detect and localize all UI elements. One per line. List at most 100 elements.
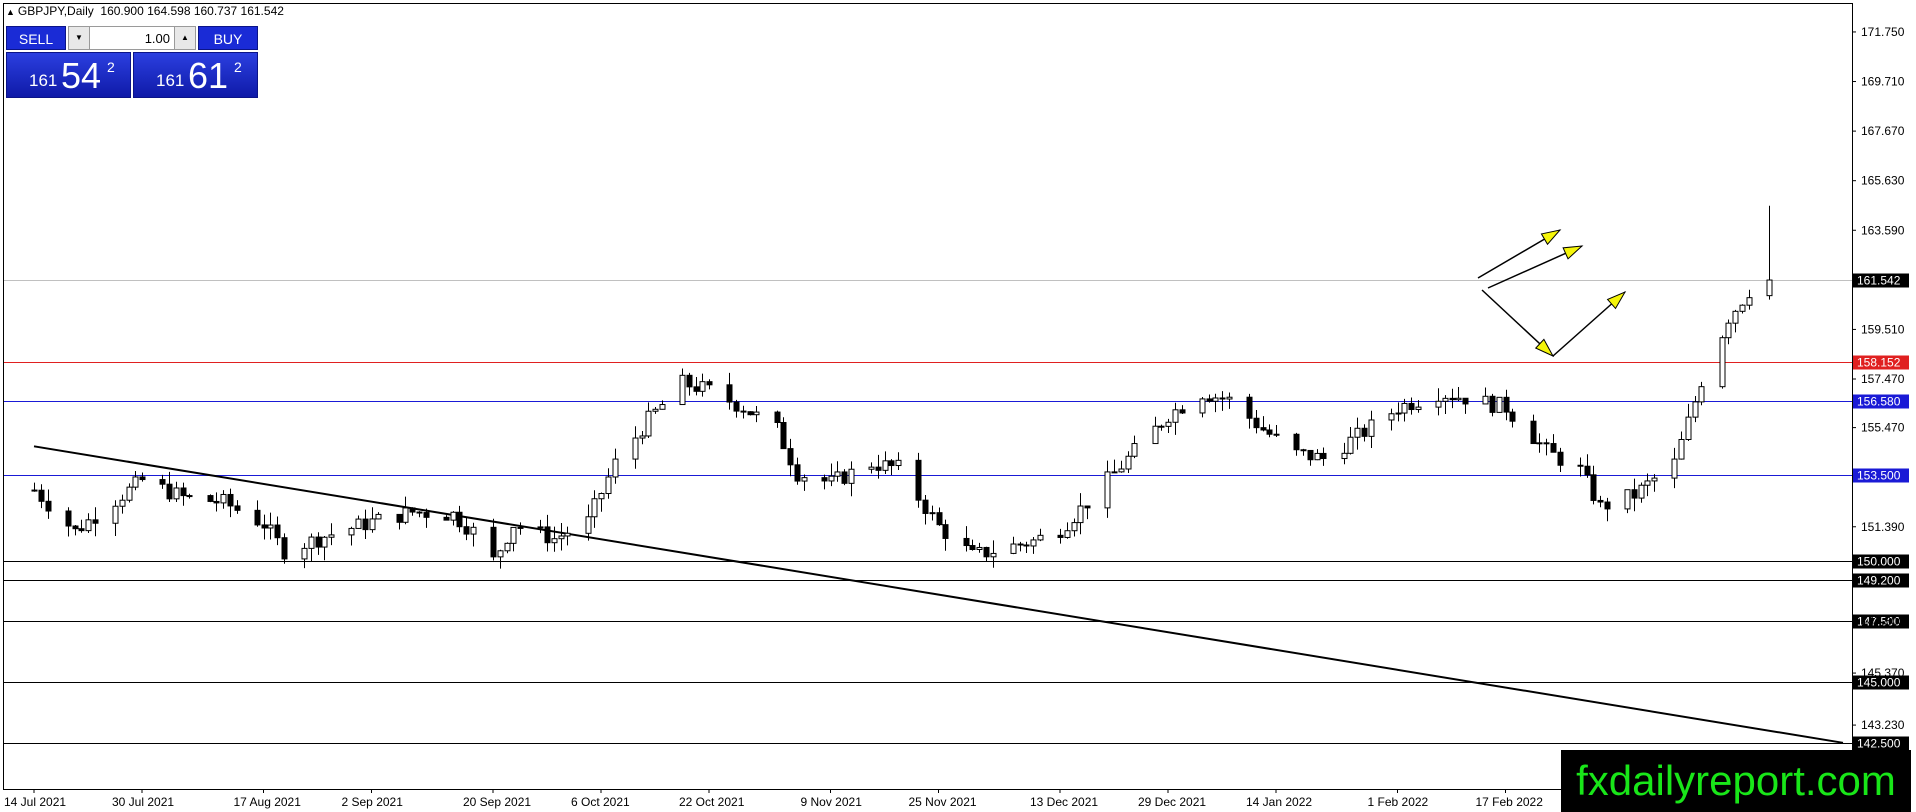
bullish-candle bbox=[645, 410, 652, 437]
bearish-candle bbox=[787, 448, 794, 466]
x-axis: 14 Jul 2021 30 Jul 2021 17 Aug 2021 2 Sep 2… bbox=[4, 789, 1773, 809]
buy-price-sup: 2 bbox=[234, 59, 242, 75]
bearish-candle bbox=[706, 381, 713, 386]
bearish-candle bbox=[740, 410, 747, 413]
increase-lot-icon[interactable]: ▲ bbox=[174, 27, 195, 49]
bearish-candle bbox=[281, 537, 288, 560]
bearish-candle bbox=[456, 511, 463, 528]
bullish-candle bbox=[1698, 386, 1705, 403]
bearish-candle bbox=[1449, 397, 1456, 401]
bearish-candle bbox=[227, 493, 234, 507]
bullish-candle bbox=[1071, 522, 1078, 532]
bullish-candle bbox=[929, 512, 936, 515]
bullish-candle bbox=[652, 408, 659, 412]
y-tick-label: 171.750 bbox=[1861, 25, 1905, 39]
chart-header: ▲ GBPJPY,Daily 160.900 164.598 160.737 16… bbox=[6, 4, 284, 18]
bearish-candle bbox=[942, 524, 949, 539]
bullish-candle bbox=[1395, 412, 1402, 415]
y-tick-label: 163.590 bbox=[1861, 223, 1905, 237]
bullish-candle bbox=[1651, 477, 1658, 482]
bullish-candle bbox=[1388, 413, 1395, 421]
bearish-candle bbox=[213, 500, 220, 504]
bullish-candle bbox=[1199, 398, 1206, 414]
bearish-candle bbox=[875, 466, 882, 471]
x-tick-label: 6 Oct 2021 bbox=[571, 795, 630, 809]
bearish-candle bbox=[1266, 429, 1273, 435]
bearish-candle bbox=[65, 510, 72, 527]
bearish-candle bbox=[915, 459, 922, 501]
bullish-candle bbox=[301, 547, 308, 560]
bearish-candle bbox=[1307, 449, 1314, 461]
y-tick-label: 157.470 bbox=[1861, 372, 1905, 386]
level-label: 158.152 bbox=[1857, 356, 1901, 370]
x-tick-label: 1 Feb 2022 bbox=[1368, 795, 1429, 809]
bullish-candle bbox=[355, 518, 362, 529]
bullish-candle bbox=[1341, 452, 1348, 460]
bullish-candle bbox=[848, 468, 855, 484]
bullish-candle bbox=[605, 476, 612, 495]
bullish-candle bbox=[895, 459, 902, 467]
candles-group bbox=[31, 205, 1773, 569]
buy-price-box[interactable]: 161 61 2 bbox=[133, 52, 258, 98]
y-tick-label: 143.230 bbox=[1861, 718, 1905, 732]
sell-button[interactable]: SELL bbox=[6, 26, 66, 50]
trendline bbox=[33, 445, 1844, 744]
level-label: 142.500 bbox=[1857, 737, 1901, 751]
bullish-candle bbox=[470, 526, 477, 535]
buy-button[interactable]: BUY bbox=[198, 26, 258, 50]
bearish-candle bbox=[686, 374, 693, 388]
bearish-candle bbox=[1057, 534, 1064, 538]
bullish-candle bbox=[1401, 402, 1408, 414]
bullish-candle bbox=[450, 511, 457, 521]
bullish-candle bbox=[598, 493, 605, 500]
bullish-candle bbox=[612, 458, 619, 478]
lot-size-input[interactable] bbox=[90, 27, 174, 49]
arrow-head-icon bbox=[1562, 245, 1584, 260]
bullish-candle bbox=[1739, 304, 1746, 312]
bullish-candle bbox=[882, 460, 889, 471]
price-chart[interactable]: 161.542 158.152 156.580 153.500 150.000 149.2… bbox=[0, 0, 1916, 812]
y-tick-label: 151.390 bbox=[1861, 520, 1905, 534]
x-tick-label: 17 Feb 2022 bbox=[1476, 795, 1544, 809]
bearish-candle bbox=[1158, 425, 1165, 428]
bearish-candle bbox=[733, 401, 740, 412]
bearish-candle bbox=[841, 471, 848, 484]
bullish-candle bbox=[1118, 468, 1125, 473]
bearish-candle bbox=[726, 384, 733, 403]
buy-price-prefix: 161 bbox=[156, 71, 185, 90]
sell-price-box[interactable]: 161 54 2 bbox=[6, 52, 131, 98]
bearish-candle bbox=[747, 411, 754, 416]
bullish-candle bbox=[1496, 396, 1503, 413]
bearish-candle bbox=[72, 525, 79, 530]
y-tick-label: 167.670 bbox=[1861, 124, 1905, 138]
y-tick-label: 165.630 bbox=[1861, 174, 1905, 188]
bearish-candle bbox=[1017, 543, 1024, 546]
bearish-candle bbox=[780, 422, 787, 450]
bullish-candle bbox=[85, 519, 92, 532]
bullish-candle bbox=[1725, 322, 1732, 339]
bullish-candle bbox=[1638, 484, 1645, 499]
bearish-candle bbox=[166, 483, 173, 500]
bearish-candle bbox=[936, 512, 943, 526]
bearish-candle bbox=[693, 386, 700, 392]
y-tick-label: 159.510 bbox=[1861, 322, 1905, 336]
bullish-candle bbox=[1131, 443, 1138, 457]
bullish-candle bbox=[186, 495, 193, 498]
collapse-triangle-icon[interactable]: ▲ bbox=[6, 7, 15, 17]
x-tick-label: 20 Sep 2021 bbox=[463, 795, 531, 809]
bullish-candle bbox=[753, 411, 760, 416]
bearish-candle bbox=[922, 499, 929, 514]
decrease-lot-icon[interactable]: ▼ bbox=[69, 27, 90, 49]
bullish-candle bbox=[497, 550, 504, 558]
bullish-candle bbox=[1212, 397, 1219, 402]
sell-price-prefix: 161 bbox=[29, 71, 58, 90]
x-tick-label: 22 Oct 2021 bbox=[679, 795, 745, 809]
bearish-candle bbox=[821, 477, 828, 482]
x-tick-label: 17 Aug 2021 bbox=[234, 795, 302, 809]
plot-area bbox=[3, 3, 1853, 790]
bearish-candle bbox=[78, 528, 85, 532]
bearish-candle bbox=[45, 500, 52, 512]
bearish-candle bbox=[794, 464, 801, 482]
bullish-candle bbox=[564, 532, 571, 537]
bullish-candle bbox=[504, 542, 511, 552]
